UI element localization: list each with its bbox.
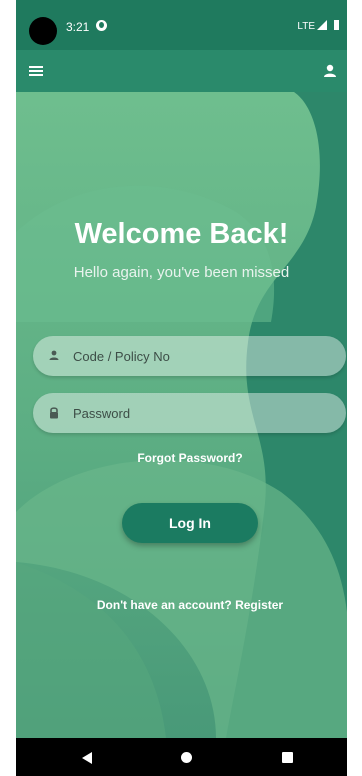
user-icon[interactable] [321,62,339,80]
status-bar: 3:21 LTE [16,0,347,50]
user-icon [49,350,59,360]
signal-icon [317,20,327,30]
home-icon[interactable] [181,752,192,763]
welcome-subtitle: Hello again, you've been missed [73,264,290,281]
password-field[interactable] [33,393,346,433]
system-nav-bar [16,738,347,776]
register-link[interactable]: Don't have an account? Register [16,598,347,612]
phone-screen: 3:21 LTE Welcome Back! Hello again, you'… [16,0,347,776]
lock-icon [50,407,58,419]
forgot-password-link[interactable]: Forgot Password? [16,451,347,465]
code-policy-field[interactable] [33,336,346,376]
login-button[interactable]: Log In [122,503,258,543]
app-bar [16,50,347,92]
battery-icon [334,20,339,30]
menu-icon[interactable] [26,63,48,79]
notification-app-icon [96,20,107,31]
network-type: LTE [297,21,315,32]
status-time: 3:21 [66,20,90,34]
camera-cutout [29,17,57,45]
recents-icon[interactable] [282,752,293,763]
code-policy-input[interactable] [73,336,333,376]
welcome-title: Welcome Back! [74,218,289,250]
back-icon[interactable] [82,752,92,764]
password-input[interactable] [73,393,333,433]
